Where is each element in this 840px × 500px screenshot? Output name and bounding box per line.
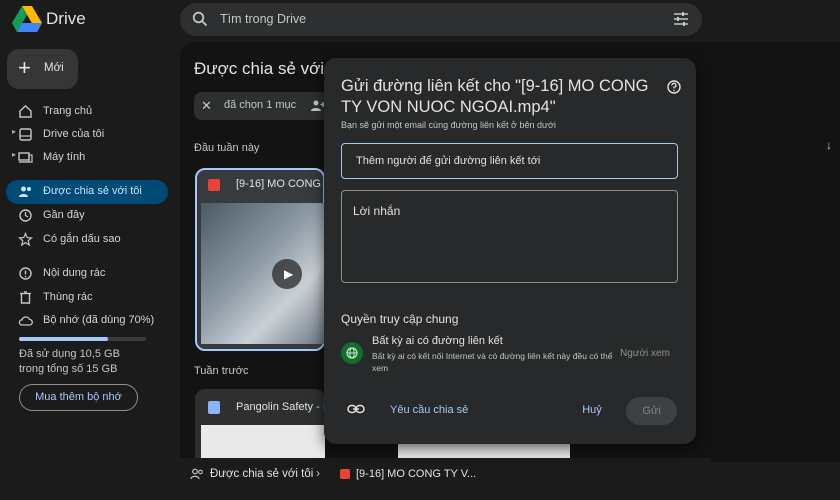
new-button-label: Mới [44, 62, 64, 74]
sort-arrow-icon[interactable]: ↓ [826, 138, 832, 152]
trash-icon [20, 291, 31, 304]
message-textarea[interactable] [341, 190, 678, 283]
breadcrumb-file[interactable]: [9-16] MO CONG TY V... [356, 468, 476, 480]
video-file-icon [208, 179, 220, 191]
close-icon[interactable]: ✕ [201, 98, 212, 114]
dialog-subtitle: Bạn sẽ gửi một email cùng đường liên kết… [341, 120, 556, 130]
play-icon: ▶ [284, 267, 294, 281]
sidebar-item-label: Thùng rác [43, 291, 93, 303]
globe-icon [346, 347, 358, 359]
buy-storage-button[interactable]: Mua thêm bộ nhớ [19, 384, 138, 411]
dialog-title: Gửi đường liên kết cho "[9-16] MO CONG T… [341, 77, 649, 116]
cancel-button[interactable]: Huỷ [572, 398, 612, 422]
access-role: Người xem [620, 348, 670, 359]
add-person-icon[interactable] [311, 99, 325, 113]
sidebar-item-spam[interactable]: Nội dung rác [6, 262, 168, 286]
sidebar-item-storage[interactable]: Bộ nhớ (đã dùng 70%) [6, 309, 168, 333]
sidebar-item-label: Được chia sẻ với tôi [43, 185, 142, 197]
section-heading-last-week: Tuần trước [194, 365, 249, 377]
my-drive-icon [19, 128, 32, 141]
storage-used-text: Đã sử dụng 10,5 GB trong tổng số 15 GB [19, 348, 120, 375]
doc-file-icon [208, 401, 220, 414]
request-share-button[interactable]: Yêu cầu chia sẻ [390, 404, 468, 416]
plus-icon: + [18, 55, 31, 80]
cloud-icon [18, 316, 33, 326]
people-icon [19, 186, 31, 197]
access-level-description: Bất kỳ ai có kết nối Internet và có đườn… [372, 351, 613, 373]
video-file-icon [340, 469, 350, 479]
sidebar-item-my-drive[interactable]: ▸ Drive của tôi [6, 123, 168, 147]
video-thumbnail [201, 203, 325, 344]
sidebar-item-label: Nội dung rác [43, 267, 106, 279]
search-input[interactable]: Tìm trong Drive [220, 12, 306, 26]
computer-icon [18, 152, 33, 163]
drive-logo-icon[interactable] [12, 6, 42, 32]
storage-bar-fill [19, 337, 108, 341]
sidebar-item-home[interactable]: Trang chủ [6, 100, 168, 124]
recipients-input[interactable] [341, 143, 678, 179]
spam-icon [19, 267, 32, 280]
sidebar-item-trash[interactable]: Thùng rác [6, 286, 168, 310]
sidebar-item-recent[interactable]: Gần đây [6, 204, 168, 228]
general-access-heading: Quyền truy cập chung [341, 312, 459, 326]
home-icon [19, 105, 32, 118]
selection-count: đã chọn 1 mục [224, 99, 297, 111]
sidebar-item-shared-with-me[interactable]: Được chia sẻ với tôi [6, 180, 168, 204]
sidebar-item-label: Có gắn dấu sao [43, 233, 121, 245]
section-heading-this-week: Đầu tuần này [194, 142, 260, 154]
search-icon[interactable] [192, 11, 208, 27]
search-options-icon[interactable] [673, 11, 689, 27]
sidebar-item-computers[interactable]: ▸ Máy tính [6, 146, 168, 170]
sidebar-item-label: Bộ nhớ (đã dùng 70%) [43, 314, 155, 326]
link-icon[interactable] [347, 403, 365, 415]
sidebar-item-label: Trang chủ [43, 105, 93, 117]
expand-arrow-icon[interactable]: ▸ [12, 150, 16, 159]
help-icon[interactable] [667, 80, 681, 94]
file-card-title: Pangolin Safety - I [236, 401, 326, 413]
star-icon [18, 232, 33, 247]
expand-arrow-icon[interactable]: ▸ [12, 127, 16, 136]
sidebar-item-label: Máy tính [43, 151, 86, 163]
sidebar-item-label: Drive của tôi [43, 128, 105, 140]
access-level-name[interactable]: Bất kỳ ai có đường liên kết [372, 335, 503, 347]
sidebar-item-starred[interactable]: Có gắn dấu sao [6, 228, 168, 252]
file-card-title: [9-16] MO CONG T [236, 178, 331, 190]
sidebar-item-label: Gần đây [43, 209, 85, 221]
drive-brand[interactable]: Drive [46, 9, 86, 29]
people-icon [190, 468, 203, 480]
chevron-right-icon: › [316, 466, 320, 480]
page-title: Được chia sẻ với [194, 59, 325, 78]
clock-icon [19, 209, 32, 222]
send-button[interactable]: Gửi [626, 397, 677, 425]
breadcrumb-shared-with-me[interactable]: Được chia sẻ với tôi [210, 468, 313, 480]
